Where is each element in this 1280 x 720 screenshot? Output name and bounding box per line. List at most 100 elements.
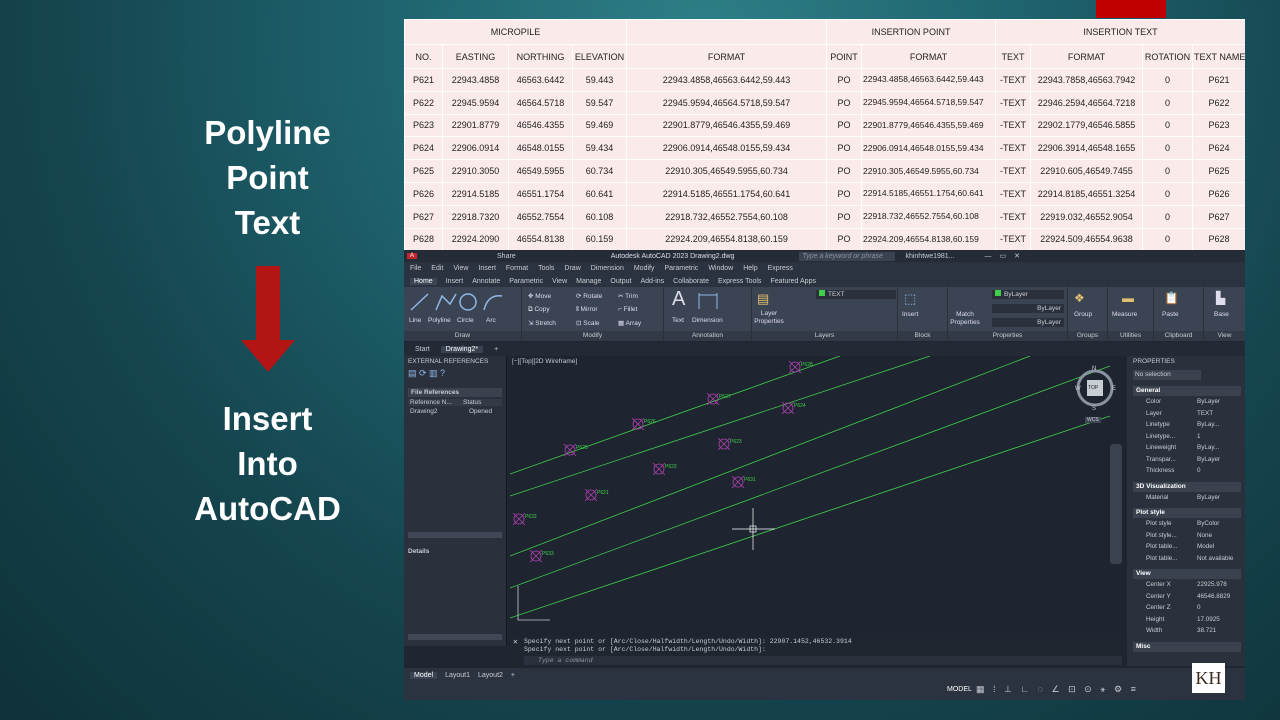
paste-icon[interactable]: 📋 xyxy=(1164,291,1179,305)
menu-item[interactable]: Window xyxy=(708,265,733,272)
copy-tool[interactable]: ⧉ Copy xyxy=(528,306,550,314)
circle-tool[interactable]: Circle xyxy=(457,317,474,324)
viewcube[interactable]: N S W E TOP WCS xyxy=(1075,366,1117,426)
pile-point-marker[interactable]: P626 xyxy=(631,417,656,431)
start-tab[interactable]: Start xyxy=(410,346,435,353)
pile-point-marker[interactable]: P625 xyxy=(563,443,588,457)
panel-label[interactable]: Clipboard xyxy=(1154,331,1203,341)
model-space-indicator[interactable]: MODEL xyxy=(947,686,972,693)
ref-col-status[interactable]: Status xyxy=(463,399,481,406)
text-tool[interactable]: Text xyxy=(672,317,684,324)
property-row[interactable]: Color ByLayer xyxy=(1127,398,1245,409)
panel-label[interactable]: Modify xyxy=(522,331,663,341)
array-tool[interactable]: ▦ Array xyxy=(618,319,641,327)
menu-item[interactable]: Dimension xyxy=(591,265,624,272)
property-section[interactable]: General xyxy=(1133,386,1241,396)
polyline[interactable] xyxy=(510,356,841,475)
polyline[interactable] xyxy=(510,415,1111,619)
layout2-tab[interactable]: Layout2 xyxy=(478,672,503,679)
line-tool[interactable]: Line xyxy=(409,317,421,324)
ribbon-tab[interactable]: Manage xyxy=(576,278,601,285)
horizontal-scrollbar[interactable] xyxy=(408,532,502,538)
close-command-icon[interactable]: ✕ xyxy=(513,637,518,647)
property-row[interactable]: Plot table... Not available xyxy=(1127,555,1245,566)
property-row[interactable]: Linetype... 1 xyxy=(1127,433,1245,444)
model-tab[interactable]: Model xyxy=(410,671,438,679)
move-tool[interactable]: ✥ Move xyxy=(528,292,551,300)
new-tab-icon[interactable]: + xyxy=(489,346,503,353)
layer-properties-tool[interactable]: Layer Properties xyxy=(754,310,784,326)
color-dropdown[interactable]: ByLayer xyxy=(992,290,1064,299)
linetype-dropdown[interactable]: ByLayer xyxy=(992,304,1064,313)
drawing-viewport[interactable]: [−][Top][2D Wireframe] P628 P627 P626 P625 P… xyxy=(510,356,1126,636)
share-button[interactable]: Share xyxy=(497,253,516,260)
stretch-tool[interactable]: ⇲ Stretch xyxy=(528,319,556,327)
wcs-menu[interactable]: WCS xyxy=(1085,417,1101,423)
xref-toolbar[interactable]: ▤ ⟳ ▥ ? xyxy=(404,368,506,382)
polyline-tool[interactable]: Polyline xyxy=(428,317,451,324)
measure-icon[interactable]: ▬ xyxy=(1122,291,1134,305)
panel-label[interactable]: Annotation xyxy=(664,331,751,341)
pile-point-marker[interactable]: P628 xyxy=(788,360,813,374)
pile-point-marker[interactable]: P623 xyxy=(717,437,742,451)
ref-row[interactable]: Drawing2 Opened xyxy=(408,408,502,415)
dimension-tool[interactable]: Dimension xyxy=(692,317,723,324)
layout1-tab[interactable]: Layout1 xyxy=(445,672,470,679)
ribbon-tab[interactable]: Express Tools xyxy=(718,278,761,285)
pile-point-marker[interactable]: P621 xyxy=(584,488,609,502)
polyline[interactable] xyxy=(510,365,1111,589)
trim-tool[interactable]: ✂ Trim xyxy=(618,292,638,300)
group-tool[interactable]: Group xyxy=(1074,311,1092,318)
command-input[interactable]: Type a command xyxy=(524,656,1122,665)
fillet-tool[interactable]: ⌐ Fillet xyxy=(618,306,637,313)
minimize-icon[interactable]: — xyxy=(985,253,992,260)
ribbon-tab[interactable]: Home xyxy=(410,277,437,285)
panel-label[interactable]: Layers xyxy=(752,331,897,341)
arc-tool[interactable]: Arc xyxy=(486,317,496,324)
group-icon[interactable]: ❖ xyxy=(1074,291,1085,305)
property-row[interactable]: Layer TEXT xyxy=(1127,410,1245,421)
menu-item[interactable]: Express xyxy=(768,265,793,272)
menu-item[interactable]: Help xyxy=(743,265,757,272)
ribbon-tab[interactable]: Add-ins xyxy=(640,278,664,285)
pile-point-marker[interactable]: P632 xyxy=(512,512,537,526)
close-icon[interactable]: ✕ xyxy=(1014,252,1020,260)
maximize-icon[interactable]: ▭ xyxy=(1000,252,1007,260)
menu-item[interactable]: Format xyxy=(506,265,528,272)
text-tool-icon[interactable]: A xyxy=(672,288,685,311)
panel-label[interactable]: View xyxy=(1204,331,1245,341)
insert-block-icon[interactable]: ⬚ xyxy=(904,291,916,307)
menu-item[interactable]: Edit xyxy=(431,265,443,272)
ribbon-tab[interactable]: Output xyxy=(610,278,631,285)
panel-label[interactable]: Groups xyxy=(1068,331,1107,341)
property-row[interactable]: Lineweight ByLay... xyxy=(1127,444,1245,455)
property-section[interactable]: Misc xyxy=(1133,641,1241,652)
lineweight-dropdown[interactable]: ByLayer xyxy=(992,318,1064,327)
layer-stack-icon[interactable]: ▤ xyxy=(757,291,769,307)
panel-label[interactable]: Utilities xyxy=(1108,331,1153,341)
panel-label[interactable]: Properties xyxy=(948,331,1067,341)
panel-label[interactable]: Block xyxy=(898,331,947,341)
drawing-tab[interactable]: Drawing2* xyxy=(440,345,484,353)
property-section[interactable]: 3D Visualization xyxy=(1133,481,1241,492)
user-name[interactable]: khinhtwe1981... xyxy=(905,253,954,260)
property-row[interactable]: Center Y 46546.8829 xyxy=(1127,593,1245,604)
ribbon-tab[interactable]: Annotate xyxy=(472,278,500,285)
autocad-logo-icon[interactable]: A xyxy=(407,253,418,259)
property-row[interactable]: Thickness 0 xyxy=(1127,467,1245,478)
property-row[interactable]: Plot table... Model xyxy=(1127,543,1245,554)
property-section[interactable]: View xyxy=(1133,569,1241,579)
menu-item[interactable]: Tools xyxy=(538,265,554,272)
ucs-icon[interactable] xyxy=(517,586,550,621)
base-tool[interactable]: Base xyxy=(1214,311,1229,318)
property-row[interactable]: Width 38.721 xyxy=(1127,627,1245,638)
menu-item[interactable]: Modify xyxy=(634,265,655,272)
menu-item[interactable]: Insert xyxy=(478,265,496,272)
menu-item[interactable]: View xyxy=(453,265,468,272)
property-row[interactable]: Height 17.0925 xyxy=(1127,616,1245,627)
pile-point-marker[interactable]: P622 xyxy=(652,462,677,476)
pile-point-marker[interactable]: P631 xyxy=(731,475,756,489)
add-layout-icon[interactable]: + xyxy=(511,672,515,679)
ribbon-tab[interactable]: Insert xyxy=(446,278,464,285)
layer-dropdown[interactable]: TEXT xyxy=(816,290,896,299)
